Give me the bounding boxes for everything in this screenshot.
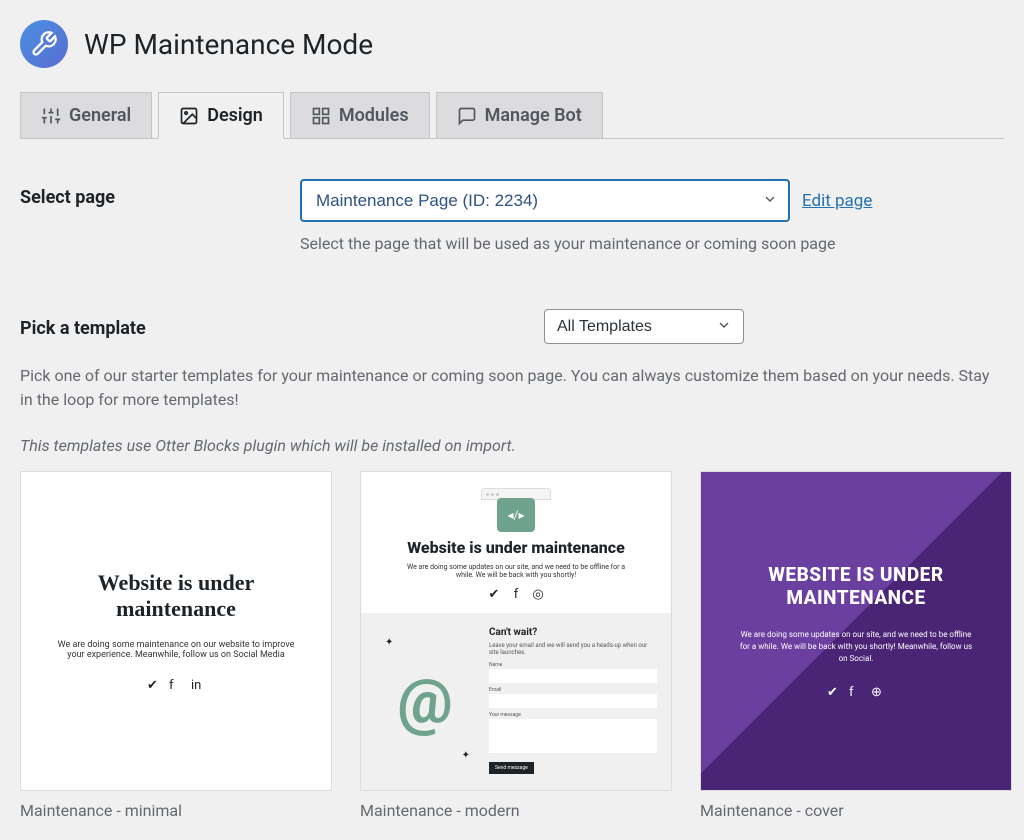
template-description: Pick one of our starter templates for yo… — [20, 364, 1004, 412]
templates-grid: Website is under maintenance We are doin… — [20, 471, 1004, 820]
instagram-icon: ◎ — [531, 587, 545, 601]
preview-heading: WEBSITE IS UNDER MAINTENANCE — [731, 563, 981, 609]
template-name: Maintenance - modern — [360, 801, 672, 820]
tab-modules[interactable]: Modules — [290, 92, 430, 138]
twitter-icon: ✔ — [487, 587, 501, 601]
linkedin-icon: in — [191, 678, 205, 692]
tab-manage-bot[interactable]: Manage Bot — [436, 92, 603, 138]
preview-form: Can't wait? Leave your email and we will… — [489, 627, 657, 776]
preview-text: We are doing some maintenance on our web… — [51, 640, 301, 660]
plugin-logo-icon — [20, 20, 68, 68]
page-title: WP Maintenance Mode — [84, 28, 373, 61]
tab-label: Design — [207, 105, 263, 126]
browser-icon: ◂/▸ — [481, 488, 551, 532]
twitter-icon: ✔ — [147, 678, 161, 692]
edit-page-link[interactable]: Edit page — [802, 191, 872, 211]
preview-heading: Website is under maintenance — [41, 570, 311, 623]
template-note: This templates use Otter Blocks plugin w… — [20, 436, 1004, 455]
template-preview: WEBSITE IS UNDER MAINTENANCE We are doin… — [700, 471, 1012, 791]
preview-text: We are doing some updates on our site, a… — [736, 629, 976, 665]
pick-template-label: Pick a template — [20, 314, 300, 339]
facebook-icon: f — [509, 587, 523, 601]
twitter-icon: ✔ — [827, 685, 841, 699]
preview-text: We are doing some updates on our site, a… — [406, 563, 626, 579]
tab-design[interactable]: Design — [158, 92, 284, 139]
social-icons: ✔ f ◎ — [361, 587, 671, 601]
at-symbol-icon: ✦ ✦ @ — [375, 627, 475, 776]
select-page-label: Select page — [20, 179, 300, 208]
chat-icon — [457, 106, 477, 126]
social-icons: ✔ f ⊕ — [827, 685, 885, 699]
template-name: Maintenance - minimal — [20, 801, 332, 820]
select-page-row: Select page Maintenance Page (ID: 2234) … — [20, 179, 1004, 253]
template-filter-select[interactable]: All Templates — [544, 309, 744, 344]
grid-icon — [311, 106, 331, 126]
nav-tabs: General Design Modules Manage Bot — [20, 92, 1004, 139]
template-preview: ◂/▸ Website is under maintenance We are … — [360, 471, 672, 791]
template-header-row: Pick a template All Templates — [20, 309, 1004, 344]
social-icons: ✔ f in — [147, 678, 205, 692]
facebook-icon: f — [849, 685, 863, 699]
template-preview: Website is under maintenance We are doin… — [20, 471, 332, 791]
code-icon: ◂/▸ — [497, 498, 535, 532]
template-card-modern[interactable]: ◂/▸ Website is under maintenance We are … — [360, 471, 672, 820]
tab-general[interactable]: General — [20, 92, 152, 138]
select-page-description: Select the page that will be used as you… — [300, 234, 1004, 253]
dribbble-icon: ⊕ — [871, 685, 885, 699]
template-card-cover[interactable]: WEBSITE IS UNDER MAINTENANCE We are doin… — [700, 471, 1012, 820]
template-name: Maintenance - cover — [700, 801, 1012, 820]
sliders-icon — [41, 106, 61, 126]
tab-label: Manage Bot — [485, 105, 582, 126]
page-select[interactable]: Maintenance Page (ID: 2234) — [300, 179, 790, 222]
tab-label: General — [69, 105, 131, 126]
image-icon — [179, 106, 199, 126]
tab-label: Modules — [339, 105, 409, 126]
preview-heading: Website is under maintenance — [361, 538, 671, 557]
template-card-minimal[interactable]: Website is under maintenance We are doin… — [20, 471, 332, 820]
facebook-icon: f — [169, 678, 183, 692]
page-header: WP Maintenance Mode — [20, 20, 1004, 68]
